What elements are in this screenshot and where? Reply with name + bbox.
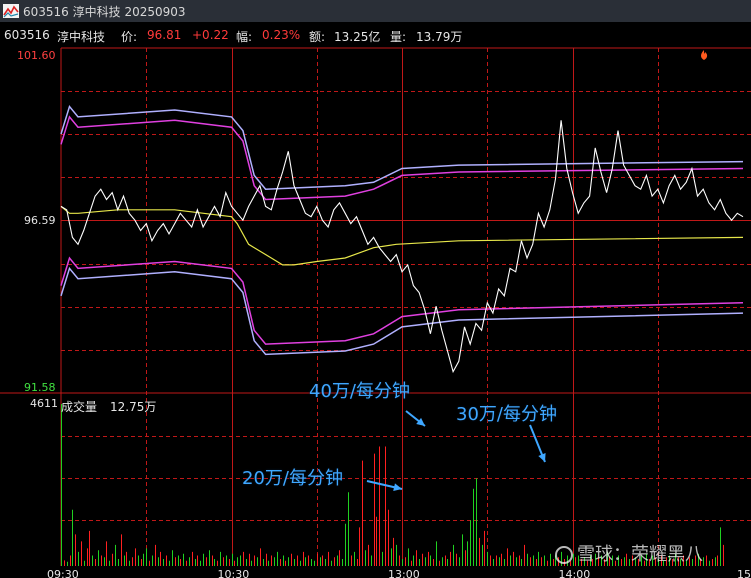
time-axis-label: 10:30	[218, 568, 250, 578]
annotation-20w: 20万/每分钟	[242, 468, 343, 489]
volume-total: 12.75万	[110, 400, 156, 414]
time-axis-label: 14:00	[559, 568, 591, 578]
volume-title: 成交量	[61, 399, 97, 414]
intraday-chart: 101.60 96.59 91.58 4611 成交量 12.75万 09:30…	[0, 47, 751, 578]
flame-icon	[701, 50, 708, 60]
watermark: 雪球：荣耀黑八	[555, 540, 703, 566]
chart-grid	[0, 47, 751, 566]
volume-max-label: 4611	[30, 397, 58, 410]
price-axis-bottom: 91.58	[24, 381, 56, 394]
annotation-40w: 40万/每分钟	[309, 381, 410, 402]
time-axis: 09:30 10:30 13:00 14:00 15:0	[47, 568, 751, 578]
annotation-30w: 30万/每分钟	[456, 404, 557, 425]
price-axis-mid: 96.59	[24, 214, 56, 227]
price-axis-top: 101.60	[17, 49, 56, 62]
time-axis-label: 13:00	[388, 568, 420, 578]
time-axis-label: 15:0	[737, 568, 751, 578]
xueqiu-logo-icon	[555, 546, 573, 564]
arrow-head	[393, 483, 402, 492]
watermark-text: 雪球：荣耀黑八	[577, 544, 703, 565]
time-axis-label: 09:30	[47, 568, 79, 578]
